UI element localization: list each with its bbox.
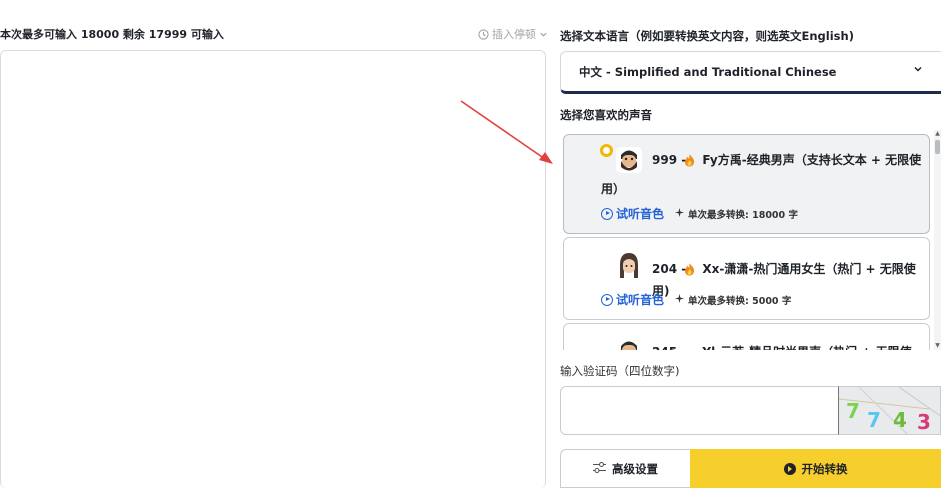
advanced-settings-label: 高级设置	[612, 461, 658, 476]
captcha-digit: 3	[917, 410, 931, 434]
captcha-digit: 7	[846, 399, 860, 423]
voice-list-scrollbar[interactable]: ▲ ▼	[934, 130, 941, 350]
voice-label: 选择您喜欢的声音	[560, 108, 652, 122]
language-separator: -	[602, 64, 615, 79]
captcha-label: 输入验证码（四位数字)	[560, 364, 680, 378]
language-code: 中文	[579, 64, 602, 79]
max-conversion-info: 单次最多转换: 18000 字	[675, 207, 798, 221]
start-conversion-label: 开始转换	[801, 461, 848, 476]
captcha-digit: 4	[893, 408, 907, 432]
editor-header: 本次最多可输入 18000 剩余 17999 可输入 插入停顿	[0, 26, 548, 44]
language-label: 选择文本语言（例如要转换英文内容，则选英文English)	[560, 29, 854, 43]
chevron-down-icon	[539, 30, 548, 39]
insert-pause-label: 插入停顿	[492, 28, 536, 41]
fire-icon	[685, 263, 695, 276]
sparkle-icon	[675, 294, 684, 306]
captcha-input[interactable]	[560, 386, 838, 435]
male-avatar-icon	[616, 338, 642, 350]
female-avatar-icon	[616, 253, 642, 279]
play-circle-icon	[783, 462, 796, 475]
play-circle-icon	[601, 207, 613, 220]
char-count-text: 本次最多可输入 18000 剩余 17999 可输入	[0, 28, 224, 41]
audition-label: 试听音色	[616, 293, 665, 307]
audition-label: 试听音色	[616, 207, 665, 221]
chevron-down-icon	[913, 64, 923, 77]
captcha-digit: 7	[867, 408, 881, 432]
sliders-icon	[593, 461, 606, 476]
voice-title-line1: 245 - Yl-云若-精品时尚男声（热门 + 无限使用）	[652, 341, 929, 350]
male-avatar-icon	[616, 147, 642, 173]
voice-card-204[interactable]: 204 - Xx-潇潇-热门通用女生（热门 + 无限使用) 试听音色 单次最多转…	[563, 237, 930, 320]
clock-icon	[478, 28, 489, 40]
sparkle-icon	[675, 208, 684, 220]
tts-page: 本次最多可输入 18000 剩余 17999 可输入 插入停顿 选择文本语言（例…	[0, 0, 941, 488]
language-name: Simplified and Traditional Chinese	[614, 64, 837, 79]
language-select[interactable]: 中文 - Simplified and Traditional Chinese	[560, 51, 941, 94]
insert-pause-dropdown[interactable]: 插入停顿	[478, 26, 548, 42]
voice-radio-selected[interactable]	[600, 144, 613, 157]
scroll-down-arrow-icon[interactable]: ▼	[934, 342, 941, 350]
scroll-thumb[interactable]	[935, 140, 940, 154]
voice-card-999[interactable]: 999 - Fy方禹-经典男声（支持长文本 + 无限使 用） 试听音色 单次最多…	[563, 134, 930, 234]
fire-icon	[685, 154, 695, 167]
advanced-settings-button[interactable]: 高级设置	[560, 449, 690, 488]
text-input-area[interactable]	[0, 50, 546, 488]
audition-button[interactable]: 试听音色	[601, 205, 664, 222]
max-conversion-text: 单次最多转换: 5000 字	[688, 296, 792, 307]
voice-title-line2: 用）	[601, 182, 626, 196]
max-conversion-text: 单次最多转换: 18000 字	[688, 210, 798, 221]
voice-list: 999 - Fy方禹-经典男声（支持长文本 + 无限使 用） 试听音色 单次最多…	[560, 130, 933, 350]
voice-card-245[interactable]: 245 - Yl-云若-精品时尚男声（热门 + 无限使用）	[563, 323, 930, 350]
play-circle-icon	[601, 293, 613, 306]
start-conversion-button[interactable]: 开始转换	[690, 449, 941, 488]
scroll-up-arrow-icon[interactable]: ▲	[934, 130, 941, 138]
captcha-image[interactable]: 7 7 4 3	[838, 386, 941, 435]
audition-button[interactable]: 试听音色	[601, 291, 664, 308]
max-conversion-info: 单次最多转换: 5000 字	[675, 293, 791, 307]
